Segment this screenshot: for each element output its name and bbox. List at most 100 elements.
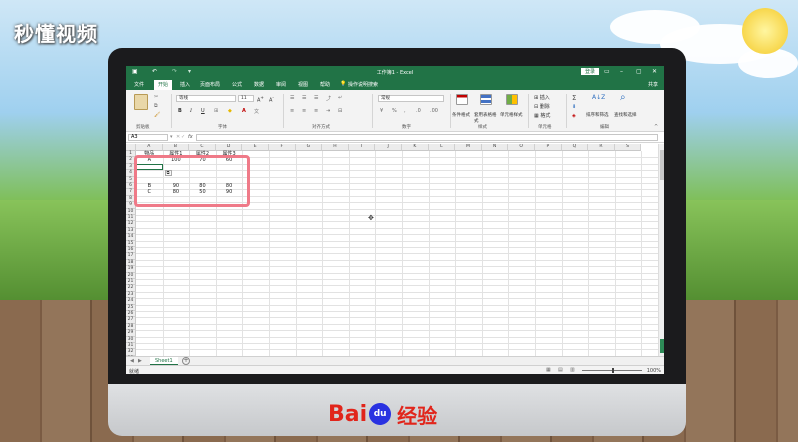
merge-center-icon[interactable]: ⊟ — [338, 108, 342, 114]
tab-home[interactable]: 开始 — [154, 80, 173, 90]
column-header-L[interactable]: L — [428, 144, 456, 151]
login-button[interactable]: 登录 — [581, 68, 600, 75]
column-header-F[interactable]: F — [269, 144, 296, 151]
top-align-icon[interactable]: ☰ — [290, 95, 294, 101]
font-size-select[interactable]: 11 — [238, 95, 254, 102]
share-button[interactable]: 共享 — [648, 81, 658, 88]
copy-icon[interactable]: ⧉ — [154, 103, 158, 109]
comma-icon[interactable]: , — [404, 108, 406, 114]
search-icon[interactable]: ⌕ — [620, 92, 626, 103]
ribbon-display-icon[interactable]: ▭ — [604, 68, 610, 75]
page-layout-view-icon[interactable]: ▤ — [558, 367, 563, 373]
zoom-slider-knob[interactable] — [612, 368, 614, 373]
wrap-text-icon[interactable]: ↵ — [338, 95, 342, 101]
decrease-font-icon[interactable]: A- — [269, 95, 274, 104]
column-header-Q[interactable]: Q — [561, 144, 589, 151]
bold-icon[interactable]: B — [178, 108, 182, 114]
zoom-level[interactable]: 100% — [647, 368, 661, 374]
underline-icon[interactable]: U — [201, 108, 205, 114]
column-header-B[interactable]: B — [162, 144, 190, 151]
normal-view-icon[interactable]: ▦ — [546, 367, 551, 373]
column-header-C[interactable]: C — [189, 144, 216, 151]
add-sheet-icon[interactable]: + — [182, 357, 190, 365]
insert-button[interactable]: ⊞ 插入 — [534, 94, 550, 101]
close-icon[interactable]: ✕ — [652, 68, 657, 75]
column-header-I[interactable]: I — [348, 144, 376, 151]
name-box-dropdown-icon[interactable]: ▾ — [170, 134, 173, 140]
column-header-N[interactable]: N — [481, 144, 509, 151]
scroll-thumb[interactable] — [660, 150, 664, 180]
insert-function-icon[interactable]: fx — [188, 134, 193, 140]
tab-formulas[interactable]: 公式 — [232, 81, 242, 88]
fill-color-icon[interactable]: ◆ — [228, 108, 232, 114]
cell-styles-button[interactable]: 单元格样式 — [500, 112, 523, 118]
column-header-H[interactable]: H — [322, 144, 349, 151]
cancel-icon[interactable]: ✕ — [176, 134, 180, 140]
increase-font-icon[interactable]: A+ — [257, 95, 264, 104]
spreadsheet-grid[interactable]: A B C D E F G H I J K L M N O P Q R S 1 2 3 4 5 6 7 8 9 10 11 12 13 14 15… — [126, 144, 658, 356]
cell-styles-icon[interactable] — [506, 94, 518, 105]
conditional-format-icon[interactable] — [456, 94, 468, 105]
increase-decimal-icon[interactable]: .0 — [416, 108, 421, 114]
clear-icon[interactable]: ◈ — [572, 113, 576, 119]
align-center-icon[interactable]: ≡ — [302, 108, 306, 114]
find-select-button[interactable]: 查找和选择 — [614, 112, 637, 118]
tab-page-layout[interactable]: 页面布局 — [200, 81, 220, 88]
tab-file[interactable]: 文件 — [134, 81, 144, 88]
prev-sheet-icon[interactable]: ◀ — [130, 358, 134, 364]
page-break-view-icon[interactable]: ▥ — [570, 367, 575, 373]
minimize-icon[interactable]: – — [620, 68, 623, 75]
select-all-corner[interactable] — [126, 144, 136, 151]
conditional-format-button[interactable]: 条件格式 — [452, 112, 470, 118]
number-format-select[interactable]: 常规 — [378, 95, 444, 102]
enter-icon[interactable]: ✓ — [181, 134, 185, 140]
next-sheet-icon[interactable]: ▶ — [138, 358, 142, 364]
font-name-select[interactable]: 等线 — [176, 95, 236, 102]
column-header-K[interactable]: K — [402, 144, 429, 151]
align-left-icon[interactable]: ≡ — [290, 108, 294, 114]
sort-filter-icon[interactable]: A↓Z — [592, 94, 605, 101]
name-box[interactable]: A3 — [128, 134, 168, 141]
column-header-M[interactable]: M — [455, 144, 482, 151]
column-header-O[interactable]: O — [508, 144, 535, 151]
autosum-icon[interactable]: Σ — [572, 94, 576, 102]
tab-view[interactable]: 视图 — [298, 81, 308, 88]
column-header-R[interactable]: R — [588, 144, 615, 151]
column-header-A[interactable]: A — [136, 144, 163, 151]
column-header-P[interactable]: P — [535, 144, 562, 151]
column-header-G[interactable]: G — [295, 144, 323, 151]
indent-icon[interactable]: ⇥ — [326, 108, 330, 114]
collapse-ribbon-icon[interactable]: ^ — [654, 124, 658, 130]
bottom-align-icon[interactable]: ☰ — [314, 95, 318, 101]
sheet-tab-sheet1[interactable]: Sheet1 — [150, 357, 178, 365]
formula-input[interactable] — [196, 134, 658, 141]
orientation-icon[interactable]: ⤴ — [326, 95, 331, 102]
tell-me-search[interactable]: 操作说明搜索 — [348, 81, 378, 88]
table-format-button[interactable]: 套用表格格式 — [474, 112, 498, 124]
column-header-D[interactable]: D — [215, 144, 243, 151]
tab-review[interactable]: 审阅 — [276, 81, 286, 88]
fill-icon[interactable]: ⬇ — [572, 104, 576, 110]
tab-data[interactable]: 数据 — [254, 81, 264, 88]
column-header-S[interactable]: S — [614, 144, 642, 151]
decrease-decimal-icon[interactable]: .00 — [430, 108, 438, 114]
format-button[interactable]: ▦ 格式 — [534, 112, 550, 119]
phonetic-icon[interactable]: 文 — [254, 108, 259, 115]
tab-insert[interactable]: 插入 — [180, 81, 190, 88]
vertical-scrollbar[interactable] — [658, 144, 664, 356]
delete-button[interactable]: ⊟ 删除 — [534, 103, 550, 110]
border-icon[interactable]: ⊞ — [214, 108, 218, 114]
middle-align-icon[interactable]: ☰ — [302, 95, 306, 101]
column-header-E[interactable]: E — [242, 144, 269, 151]
percent-icon[interactable]: % — [392, 108, 397, 114]
font-color-icon[interactable]: A — [242, 108, 246, 114]
cut-icon[interactable]: ✂ — [154, 94, 158, 100]
table-format-icon[interactable] — [480, 94, 492, 105]
align-right-icon[interactable]: ≡ — [314, 108, 318, 114]
restore-icon[interactable]: ▢ — [636, 68, 642, 75]
currency-icon[interactable]: ¥ — [380, 108, 383, 114]
tab-help[interactable]: 帮助 — [320, 81, 330, 88]
sort-filter-button[interactable]: 排序和筛选 — [586, 112, 609, 118]
format-painter-icon[interactable]: 🖌 — [154, 112, 160, 118]
italic-icon[interactable]: I — [190, 108, 192, 114]
